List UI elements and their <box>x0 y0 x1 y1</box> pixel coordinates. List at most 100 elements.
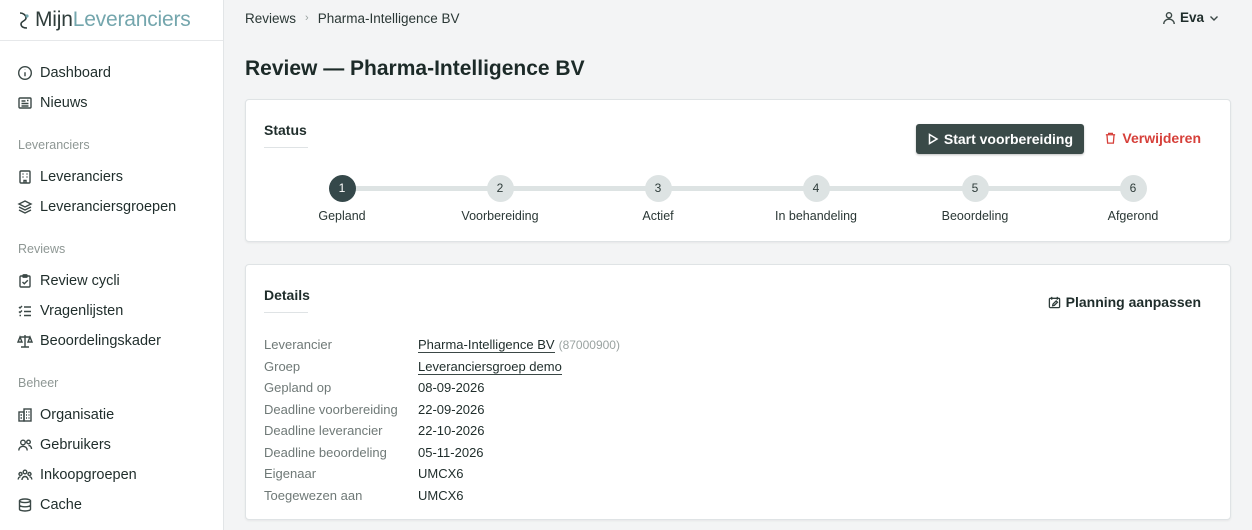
step-gepland: 1 Gepland <box>272 175 412 223</box>
leverancier-id: (87000900) <box>558 338 620 353</box>
detail-key: Leverancier <box>264 337 332 353</box>
building-icon <box>17 169 33 185</box>
detail-value: Leveranciersgroep demo <box>418 358 562 375</box>
sidebar-item-label: Leveranciersgroepen <box>40 199 177 215</box>
brand-name-part2: Leveranciers <box>72 8 191 31</box>
detail-value: UMCX6 <box>418 466 464 482</box>
detail-row-toegewezen-aan: Toegewezen aan UMCX6 <box>264 485 620 507</box>
step-number: 2 <box>486 175 514 202</box>
detail-key: Deadline beoordeling <box>264 444 387 460</box>
sidebar-item-vragenlijsten[interactable]: Vragenlijsten <box>0 296 223 326</box>
sidebar-item-label: Cache <box>40 497 82 513</box>
logo-mark-icon <box>16 10 32 30</box>
sidebar-item-beoordelingskader[interactable]: Beoordelingskader <box>0 326 223 356</box>
detail-value: UMCX6 <box>418 487 464 503</box>
step-in-behandeling: 4 In behandeling <box>746 175 886 223</box>
details-card: Details Planning aanpassen Leverancier P… <box>245 264 1231 520</box>
sidebar: Mijn Leveranciers Dashboard Nieuws Levera… <box>0 0 224 530</box>
delete-button[interactable]: Verwijderen <box>1104 130 1201 146</box>
detail-row-deadline-leverancier: Deadline leverancier 22-10-2026 <box>264 420 620 442</box>
sidebar-item-leveranciersgroepen[interactable]: Leveranciersgroepen <box>0 192 223 222</box>
step-actief: 3 Actief <box>588 175 728 223</box>
detail-value: Pharma-Intelligence BV (87000900) <box>418 337 620 354</box>
step-number: 4 <box>802 175 830 202</box>
delete-button-label: Verwijderen <box>1122 130 1201 146</box>
sidebar-item-label: Beoordelingskader <box>40 333 161 349</box>
detail-value: 05-11-2026 <box>418 444 484 460</box>
clipboard-check-icon <box>17 273 33 289</box>
database-icon <box>17 497 33 513</box>
sidebar-section-title: Beheer <box>18 376 59 390</box>
start-button-label: Start voorbereiding <box>943 131 1073 147</box>
step-number: 1 <box>328 175 356 202</box>
detail-value: 22-09-2026 <box>418 401 485 417</box>
step-number: 3 <box>644 175 672 202</box>
user-name: Eva <box>1179 10 1204 25</box>
detail-row-gepland-op: Gepland op 08-09-2026 <box>264 377 620 399</box>
sidebar-section-title: Leveranciers <box>18 138 90 152</box>
sidebar-item-label: Organisatie <box>40 407 115 423</box>
sidebar-item-cache[interactable]: Cache <box>0 490 223 520</box>
detail-value: 08-09-2026 <box>418 380 485 396</box>
play-icon <box>927 133 944 145</box>
step-afgerond: 6 Afgerond <box>1063 175 1203 223</box>
status-stepper: 1 Gepland 2 Voorbereiding 3 Actief 4 In … <box>246 175 1232 225</box>
step-label: In behandeling <box>774 209 858 223</box>
user-icon <box>1162 11 1176 25</box>
step-beoordeling: 5 Beoordeling <box>905 175 1045 223</box>
breadcrumb-reviews[interactable]: Reviews <box>245 11 296 26</box>
edit-calendar-icon <box>1048 296 1066 309</box>
detail-key: Deadline voorbereiding <box>264 401 398 417</box>
sidebar-item-nieuws[interactable]: Nieuws <box>0 88 223 118</box>
detail-key: Toegewezen aan <box>264 487 363 503</box>
brand-logo[interactable]: Mijn Leveranciers <box>0 0 223 41</box>
leverancier-link[interactable]: Pharma-Intelligence BV <box>418 337 555 354</box>
sidebar-item-inkoopgroepen[interactable]: Inkoopgroepen <box>0 460 223 490</box>
sidebar-section-title: Reviews <box>18 242 66 256</box>
brand-name-part1: Mijn <box>35 8 73 31</box>
step-voorbereiding: 2 Voorbereiding <box>430 175 570 223</box>
detail-key: Groep <box>264 358 301 374</box>
start-voorbereiding-button[interactable]: Start voorbereiding <box>915 124 1084 154</box>
layers-icon <box>17 199 33 215</box>
sidebar-item-organisatie[interactable]: Organisatie <box>0 400 223 430</box>
step-number: 5 <box>961 175 989 202</box>
sidebar-item-label: Vragenlijsten <box>40 303 124 319</box>
breadcrumb: Reviews › Pharma-Intelligence BV <box>245 11 460 26</box>
sidebar-item-label: Inkoopgroepen <box>40 467 137 483</box>
users-icon <box>17 437 33 453</box>
trash-icon <box>1104 131 1122 145</box>
group-icon <box>17 467 33 483</box>
step-number: 6 <box>1119 175 1147 202</box>
sidebar-item-gebruikers[interactable]: Gebruikers <box>0 430 223 460</box>
step-label: Voorbereiding <box>461 209 539 223</box>
status-card: Status Start voorbereiding Verwijderen 1… <box>245 99 1231 242</box>
detail-row-deadline-voorbereiding: Deadline voorbereiding 22-09-2026 <box>264 399 620 421</box>
sidebar-item-review-cycli[interactable]: Review cycli <box>0 266 223 296</box>
sidebar-nav: Dashboard Nieuws Leveranciers Leverancie… <box>0 41 223 520</box>
sidebar-item-dashboard[interactable]: Dashboard <box>0 58 223 88</box>
detail-row-deadline-beoordeling: Deadline beoordeling 05-11-2026 <box>264 442 620 464</box>
step-label: Beoordeling <box>941 209 1009 223</box>
plan-button-label: Planning aanpassen <box>1065 294 1201 310</box>
sidebar-item-label: Leveranciers <box>40 169 124 185</box>
status-card-title: Status <box>264 122 307 138</box>
step-label: Afgerond <box>1107 209 1159 223</box>
page-title: Review — Pharma-Intelligence BV <box>245 57 585 80</box>
office-icon <box>17 407 33 423</box>
info-circle-icon <box>17 65 33 81</box>
detail-value: 22-10-2026 <box>418 423 485 439</box>
planning-aanpassen-button[interactable]: Planning aanpassen <box>1048 294 1201 310</box>
groep-link[interactable]: Leveranciersgroep demo <box>418 358 562 375</box>
step-label: Actief <box>642 209 674 223</box>
user-menu[interactable]: Eva <box>1162 10 1219 25</box>
chevron-down-icon <box>1209 13 1219 23</box>
sidebar-item-leveranciers[interactable]: Leveranciers <box>0 162 223 192</box>
sidebar-item-label: Review cycli <box>40 273 120 289</box>
scale-icon <box>17 333 33 349</box>
detail-key: Deadline leverancier <box>264 423 383 439</box>
card-title-divider <box>264 147 308 148</box>
detail-row-groep: Groep Leveranciersgroep demo <box>264 356 620 378</box>
sidebar-item-label: Nieuws <box>40 95 88 111</box>
details-card-title: Details <box>264 287 310 303</box>
